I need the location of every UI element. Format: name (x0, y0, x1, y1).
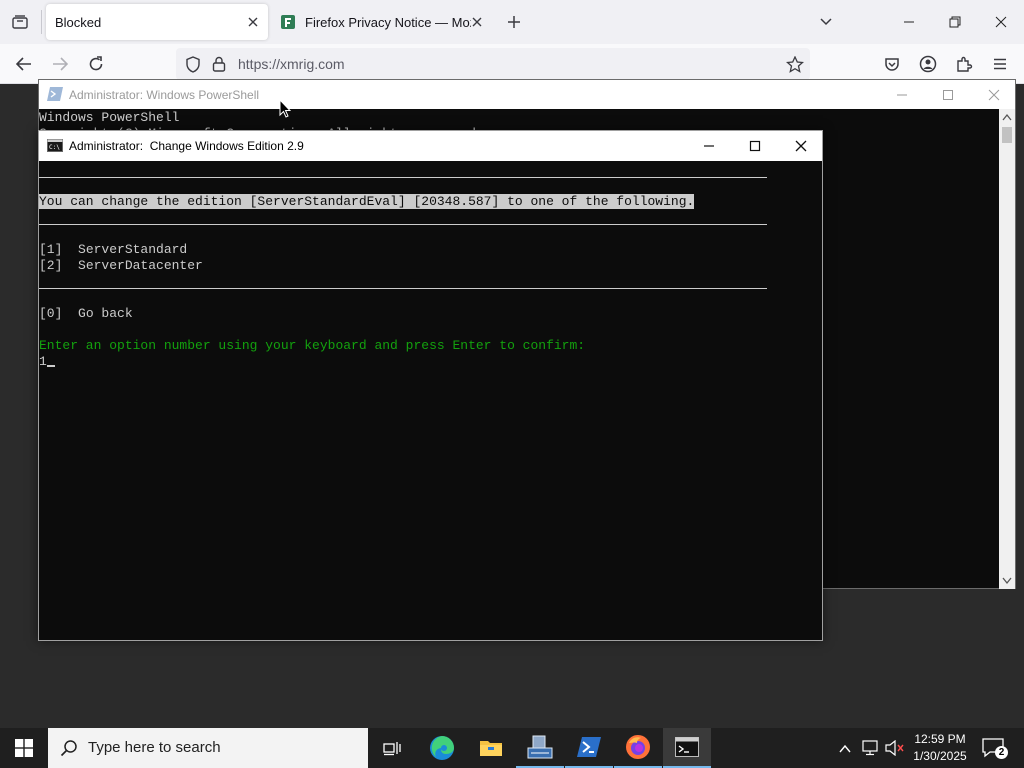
chevron-down-icon[interactable] (814, 10, 838, 34)
hamburger-menu-icon[interactable] (990, 54, 1010, 74)
tab-divider (41, 10, 42, 34)
puzzle-icon[interactable] (954, 54, 974, 74)
cmd-icon[interactable] (663, 728, 711, 768)
firefox-icon[interactable] (614, 728, 662, 768)
taskbar-search-box[interactable]: Type here to search (48, 728, 368, 768)
plus-icon[interactable] (502, 10, 526, 34)
forward-arrow-icon[interactable] (48, 52, 72, 76)
close-icon[interactable] (778, 131, 824, 161)
minimize-icon[interactable] (879, 80, 925, 109)
shield-icon[interactable] (184, 55, 202, 73)
cmd-icon: C:\ (47, 139, 63, 153)
option-2: [2] ServerDatacenter (39, 258, 203, 273)
search-placeholder: Type here to search (88, 739, 221, 756)
powershell-title-bar[interactable]: Administrator: Windows PowerShell (39, 80, 1015, 109)
search-icon (60, 739, 78, 762)
taskbar: Type here to search 12:59 PM 1/30/2025 2 (0, 728, 1024, 768)
powershell-icon (47, 87, 63, 103)
close-icon[interactable] (978, 0, 1024, 44)
clock-time: 12:59 PM (914, 732, 966, 746)
tab-label: Blocked (55, 14, 102, 30)
close-icon[interactable] (971, 80, 1017, 109)
scrollbar-thumb[interactable] (1002, 127, 1012, 143)
system-clock[interactable]: 12:59 PM 1/30/2025 (908, 731, 972, 765)
separator-line (39, 288, 767, 289)
chevron-up-icon[interactable] (838, 741, 852, 759)
account-icon[interactable] (918, 54, 938, 74)
minimize-icon[interactable] (686, 131, 732, 161)
volume-muted-icon[interactable] (885, 739, 905, 761)
tab-label: Firefox Privacy Notice — Mozill (305, 14, 471, 30)
cmd-console[interactable]: You can change the edition [ServerStanda… (39, 161, 822, 640)
edition-header-line: You can change the edition [ServerStanda… (39, 194, 695, 209)
network-icon[interactable] (862, 740, 880, 761)
input-prompt: Enter an option number using your keyboa… (39, 338, 586, 353)
scrollbar[interactable] (999, 109, 1015, 589)
restore-icon[interactable] (932, 0, 978, 44)
cmd-title-bar[interactable]: C:\ Administrator: Change Windows Editio… (39, 131, 822, 161)
maximize-icon[interactable] (925, 80, 971, 109)
minimize-icon[interactable] (886, 0, 932, 44)
pocket-icon[interactable] (882, 54, 902, 74)
powershell-title: Administrator: Windows PowerShell (69, 88, 260, 102)
mozilla-favicon-icon (280, 14, 296, 30)
task-view-icon[interactable] (368, 728, 416, 768)
tab-list-icon[interactable] (8, 12, 32, 32)
reload-icon[interactable] (84, 52, 108, 76)
scroll-down-icon[interactable] (1002, 577, 1012, 585)
back-arrow-icon[interactable] (12, 52, 36, 76)
close-tab-icon[interactable] (470, 15, 484, 29)
scroll-up-icon[interactable] (1002, 113, 1012, 121)
mouse-pointer-icon (279, 98, 293, 119)
option-input[interactable]: 1 (39, 354, 55, 370)
svg-text:C:\: C:\ (49, 144, 60, 151)
option-1: [1] ServerStandard (39, 242, 188, 257)
text-cursor (46, 365, 55, 367)
clock-date: 1/30/2025 (913, 749, 967, 763)
cmd-window[interactable]: C:\ Administrator: Change Windows Editio… (38, 130, 823, 641)
windows-start-icon[interactable] (0, 728, 48, 768)
edge-icon[interactable] (418, 728, 466, 768)
console-line: Windows PowerShell (39, 110, 180, 125)
lock-icon[interactable] (210, 55, 228, 73)
tab-firefox-privacy[interactable]: Firefox Privacy Notice — Mozill (272, 4, 488, 40)
separator-line (39, 177, 767, 178)
close-tab-icon[interactable] (246, 15, 260, 29)
file-explorer-icon[interactable] (467, 728, 515, 768)
notification-badge: 2 (995, 746, 1008, 759)
url-text[interactable]: https://xmrig.com (238, 56, 345, 72)
url-bar[interactable]: https://xmrig.com (176, 48, 810, 80)
powershell-icon[interactable] (565, 728, 613, 768)
separator-line (39, 224, 767, 225)
notification-center-icon[interactable]: 2 (980, 736, 1008, 760)
server-manager-icon[interactable] (516, 728, 564, 768)
tab-blocked[interactable]: Blocked (46, 4, 268, 40)
option-0-go-back: [0] Go back (39, 306, 133, 321)
star-icon[interactable] (786, 55, 804, 73)
cmd-title: Administrator: Change Windows Edition 2.… (69, 139, 304, 153)
browser-tab-bar: Blocked Firefox Privacy Notice — Mozill (0, 0, 1024, 44)
maximize-icon[interactable] (732, 131, 778, 161)
